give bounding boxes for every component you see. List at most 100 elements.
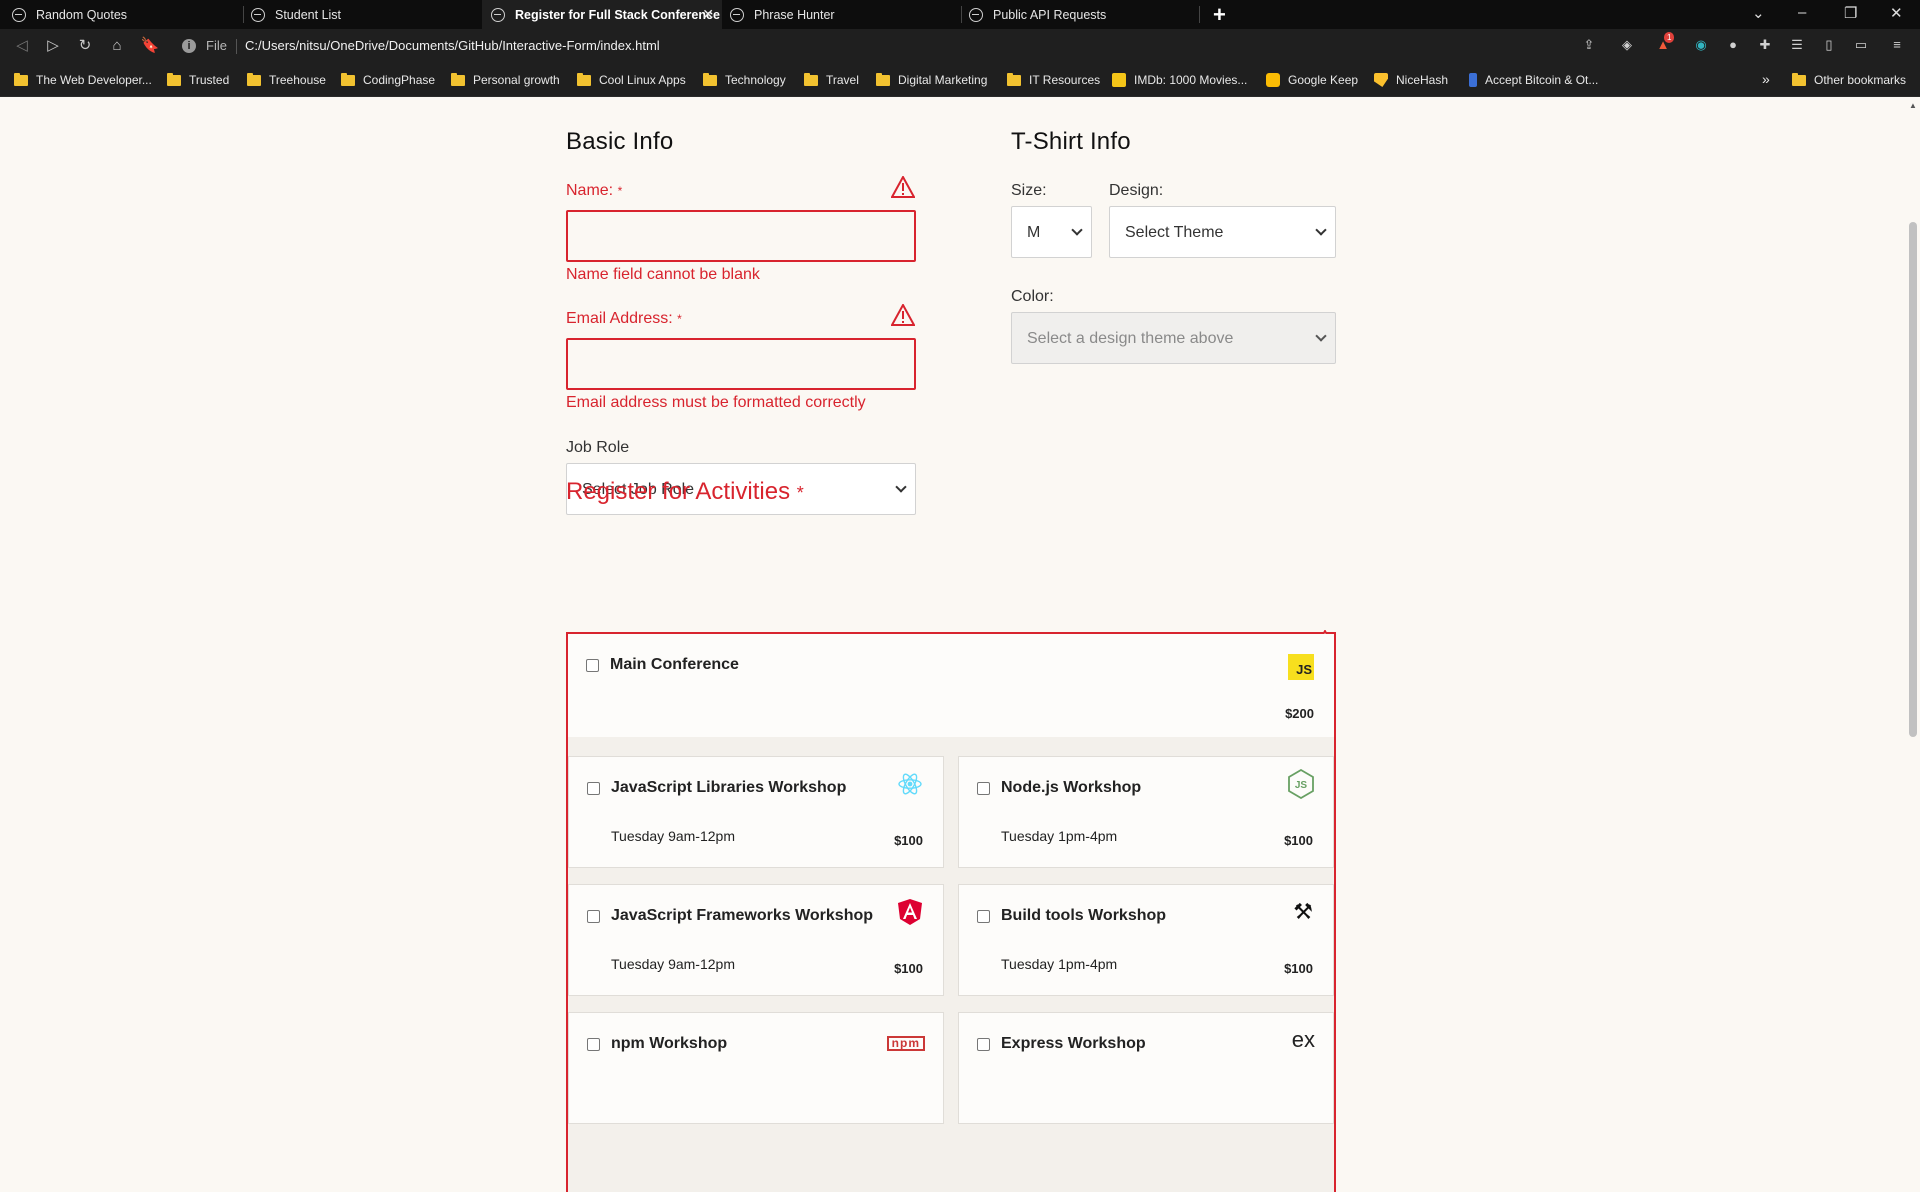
name-label: Name: * <box>566 182 622 200</box>
other-bookmarks[interactable]: Other bookmarks <box>1792 72 1906 87</box>
tab-public-api[interactable]: Public API Requests <box>969 0 1199 29</box>
bookmark-label: Treehouse <box>269 73 326 87</box>
activity-card-js-frameworks[interactable]: JavaScript Frameworks Workshop Tuesday 9… <box>568 884 944 996</box>
address-bar[interactable]: i File C:/Users/nitsu/OneDrive/Documents… <box>178 33 1608 59</box>
bookmark-item[interactable]: NiceHash <box>1374 73 1448 87</box>
activity-checkbox[interactable] <box>977 1038 990 1051</box>
required-marker: * <box>796 483 804 503</box>
activities-heading-text: Register for Activities <box>566 478 791 505</box>
bookmark-item[interactable]: CodingPhase <box>341 72 435 87</box>
activity-card-express[interactable]: Express Workshop ex <box>958 1012 1334 1124</box>
notification-badge: 1 <box>1664 32 1675 43</box>
close-tab-icon[interactable]: ✕ <box>702 6 714 23</box>
wallet-icon[interactable]: ▭ <box>1852 36 1870 54</box>
bookmark-label: Trusted <box>189 73 230 87</box>
activity-time: Tuesday 9am-12pm <box>611 828 735 844</box>
forward-button[interactable]: ▷ <box>43 36 63 56</box>
info-icon[interactable]: i <box>182 39 196 53</box>
new-tab-button[interactable]: + <box>1213 2 1226 28</box>
globe-icon <box>12 7 26 22</box>
folder-icon <box>341 72 355 86</box>
bookmark-label: IT Resources <box>1029 73 1101 87</box>
bookmark-item[interactable]: Digital Marketing <box>876 72 987 87</box>
size-select[interactable]: M <box>1011 206 1092 258</box>
activity-time: Tuesday 1pm-4pm <box>1001 828 1118 844</box>
activity-checkbox[interactable] <box>586 659 599 672</box>
share-icon[interactable]: ⇪ <box>1580 36 1598 54</box>
activity-card-main-conference[interactable]: Main Conference JS $200 <box>568 634 1334 737</box>
brave-shield-icon[interactable]: ◈ <box>1618 36 1636 54</box>
scrollbar[interactable]: ▲ <box>1906 98 1920 1080</box>
bookmark-item[interactable]: Treehouse <box>247 72 326 87</box>
email-input[interactable] <box>566 338 916 390</box>
bookmark-label: IMDb: 1000 Movies... <box>1134 73 1248 87</box>
folder-icon <box>247 72 261 86</box>
tab-student-list[interactable]: Student List <box>251 0 481 29</box>
activity-card-js-libraries[interactable]: JavaScript Libraries Workshop Tuesday 9a… <box>568 756 944 868</box>
bookmark-item[interactable]: IT Resources <box>1007 72 1101 87</box>
bookmark-item[interactable]: Travel <box>804 72 859 87</box>
bookmark-item[interactable]: Accept Bitcoin & Ot... <box>1469 73 1598 87</box>
bookmark-item[interactable]: IMDb: 1000 Movies... <box>1112 73 1247 87</box>
puzzle-icon[interactable]: ✚ <box>1756 36 1774 54</box>
bookmark-item[interactable]: Cool Linux Apps <box>577 72 686 87</box>
url-divider <box>236 39 237 54</box>
angular-icon <box>898 899 922 925</box>
menu-icon[interactable]: ≡ <box>1888 36 1906 54</box>
keep-icon <box>1266 73 1280 87</box>
bookmarks-bar: The Web Developer... Trusted Treehouse C… <box>0 63 1920 97</box>
bookmark-label: Cool Linux Apps <box>599 73 686 87</box>
tshirt-info-heading: T-Shirt Info <box>1011 128 1131 155</box>
chevron-down-icon <box>1071 224 1083 236</box>
playlist-icon[interactable]: ☰ <box>1788 36 1806 54</box>
url-text[interactable]: C:/Users/nitsu/OneDrive/Documents/GitHub… <box>245 38 660 53</box>
activity-card-npm[interactable]: npm Workshop npm <box>568 1012 944 1124</box>
activity-card-build-tools[interactable]: Build tools Workshop ⚒ Tuesday 1pm-4pm $… <box>958 884 1334 996</box>
activity-price: $100 <box>894 833 923 848</box>
bookmark-item[interactable]: Personal growth <box>451 72 560 87</box>
close-window-button[interactable]: ✕ <box>1890 4 1903 22</box>
activity-checkbox[interactable] <box>977 910 990 923</box>
tab-search-chevron-icon[interactable]: ⌄ <box>1752 4 1765 22</box>
bookmark-label: The Web Developer... <box>36 73 152 87</box>
folder-icon <box>703 72 717 86</box>
bookmark-button[interactable]: 🔖 <box>140 36 160 56</box>
extension-icon[interactable]: ● <box>1724 36 1742 54</box>
warning-icon <box>891 176 915 198</box>
tab-label: Random Quotes <box>36 7 128 22</box>
bookmark-item[interactable]: Google Keep <box>1266 73 1358 87</box>
sidebar-icon[interactable]: ▯ <box>1820 36 1838 54</box>
scroll-up-icon[interactable]: ▲ <box>1909 101 1917 110</box>
tab-divider <box>961 6 962 23</box>
back-button[interactable]: ◁ <box>12 36 32 56</box>
activity-checkbox[interactable] <box>587 782 600 795</box>
activity-checkbox[interactable] <box>977 782 990 795</box>
design-select[interactable]: Select Theme <box>1109 206 1336 258</box>
activity-checkbox[interactable] <box>587 910 600 923</box>
more-bookmarks-button[interactable]: » <box>1762 71 1770 87</box>
tab-register-conference[interactable]: Register for Full Stack Conference ✕ <box>482 0 722 29</box>
color-select[interactable]: Select a design theme above <box>1011 312 1336 364</box>
tab-divider <box>1199 6 1200 23</box>
folder-icon <box>1792 72 1806 86</box>
tab-phrase-hunter[interactable]: Phrase Hunter <box>730 0 960 29</box>
bookmark-item[interactable]: The Web Developer... <box>14 72 152 87</box>
reload-button[interactable]: ↻ <box>75 36 95 56</box>
extension-icon[interactable]: ◉ <box>1692 36 1710 54</box>
design-value: Select Theme <box>1125 224 1224 241</box>
bookmark-item[interactable]: Technology <box>703 72 786 87</box>
restore-button[interactable]: ❐ <box>1844 4 1857 22</box>
activity-checkbox[interactable] <box>587 1038 600 1051</box>
color-value: Select a design theme above <box>1027 330 1234 347</box>
brave-rewards-icon[interactable]: ▲ 1 <box>1654 32 1675 54</box>
svg-text:JS: JS <box>1295 780 1308 791</box>
activity-card-nodejs[interactable]: Node.js Workshop JS Tuesday 1pm-4pm $100 <box>958 756 1334 868</box>
bookmark-item[interactable]: Trusted <box>167 72 230 87</box>
scrollbar-thumb[interactable] <box>1909 222 1917 737</box>
name-input[interactable] <box>566 210 916 262</box>
activity-price: $100 <box>1284 833 1313 848</box>
home-button[interactable]: ⌂ <box>107 36 127 56</box>
required-marker: * <box>617 184 623 198</box>
tab-random-quotes[interactable]: Random Quotes <box>12 0 242 29</box>
minimize-button[interactable]: – <box>1798 4 1806 21</box>
